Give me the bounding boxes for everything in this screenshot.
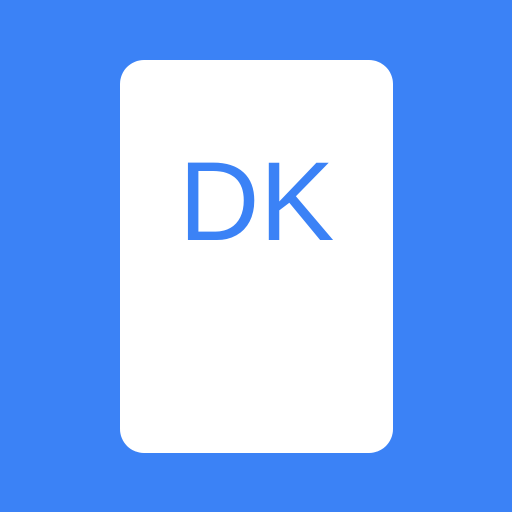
document-initials: DK (178, 139, 335, 264)
document-card: DK (120, 60, 393, 453)
app-icon-background: DK (0, 0, 512, 512)
